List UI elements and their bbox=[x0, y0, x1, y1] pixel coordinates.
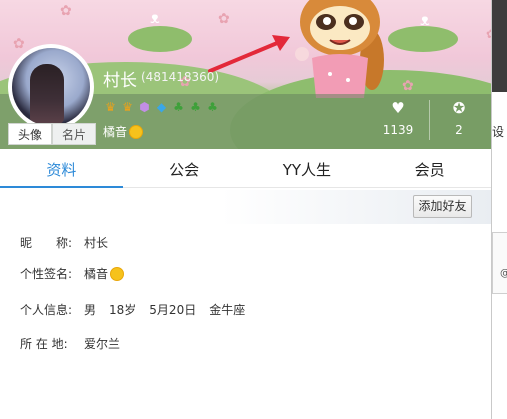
shield-icon[interactable]: ⬢ bbox=[137, 100, 152, 115]
avatar[interactable] bbox=[12, 48, 90, 126]
gem-icon[interactable]: ◆ bbox=[154, 100, 169, 115]
medals-count: 2 bbox=[455, 123, 463, 137]
age-value: 18岁 bbox=[109, 303, 137, 317]
location-value: 爱尔兰 bbox=[84, 337, 121, 351]
banner-bush bbox=[128, 26, 192, 52]
signature-text: 橘音 bbox=[103, 125, 128, 139]
leaf-icon[interactable]: ♣ bbox=[188, 100, 203, 115]
background-panel bbox=[492, 232, 507, 294]
flower-icon: ✿ bbox=[218, 11, 230, 27]
nickname-row: 昵 称: 村长 bbox=[20, 234, 108, 251]
birthday-value: 5月20日 bbox=[149, 303, 197, 317]
badge-row: ♛ ♛ ⬢ ◆ ♣ ♣ ♣ bbox=[103, 100, 220, 115]
gender-value: 男 bbox=[84, 303, 97, 317]
profile-yy-id: (481418360) bbox=[141, 70, 220, 84]
annotation-arrow bbox=[208, 35, 290, 73]
tab-yy-life[interactable]: YY人生 bbox=[246, 152, 369, 187]
flower-icon: ✿ bbox=[13, 36, 25, 52]
tab-profile[interactable]: 资料 bbox=[0, 152, 123, 188]
background-glyph: @ bbox=[500, 268, 507, 279]
raccoon-mascot bbox=[295, 0, 384, 98]
zodiac-value: 金牛座 bbox=[209, 303, 246, 317]
background-window-edge bbox=[491, 0, 507, 419]
leaf-icon[interactable]: ♣ bbox=[171, 100, 186, 115]
bunny-icon: ᴥ bbox=[420, 10, 430, 29]
personal-info-label: 个人信息: bbox=[20, 303, 73, 317]
location-label: 所 在 地: bbox=[20, 337, 68, 351]
background-setting-label: 设 bbox=[492, 125, 505, 139]
signature-label: 个性签名: bbox=[20, 267, 73, 281]
personal-info-values: 男 18岁 5月20日 金牛座 bbox=[84, 301, 245, 318]
signature-row: 个性签名: 橘音 bbox=[20, 265, 125, 282]
leaf-icon[interactable]: ♣ bbox=[205, 100, 220, 115]
sun-emoji-icon bbox=[110, 266, 125, 281]
sun-emoji-icon bbox=[129, 124, 144, 139]
crown-icon[interactable]: ♛ bbox=[103, 100, 118, 115]
avatar-tab-avatar[interactable]: 头像 bbox=[8, 123, 52, 145]
location-row: 所 在 地: 爱尔兰 bbox=[20, 335, 120, 352]
tab-guild[interactable]: 公会 bbox=[123, 152, 246, 187]
stat-divider bbox=[429, 100, 430, 140]
nickname-value: 村长 bbox=[84, 236, 109, 250]
bunny-icon: ᴥ bbox=[150, 8, 160, 27]
signature-value: 橘音 bbox=[84, 267, 109, 281]
medal-icon: ✪ bbox=[452, 99, 466, 117]
crown-icon[interactable]: ♛ bbox=[120, 100, 135, 115]
tab-membership[interactable]: 会员 bbox=[368, 152, 491, 187]
background-window-dark bbox=[492, 0, 507, 92]
profile-window: ✿ ✿ ✿ ✿ ✿ ✿ ᴥ ᴥ 头像 名片 bbox=[0, 0, 507, 419]
avatar-photo-figure bbox=[30, 64, 64, 124]
medals-stat[interactable]: ✪ 2 bbox=[439, 100, 479, 137]
avatar-tab-bar: 头像 名片 bbox=[8, 123, 96, 145]
heart-icon: ♥ bbox=[391, 99, 405, 117]
profile-nickname: 村长 bbox=[103, 71, 137, 91]
add-friend-button[interactable]: 添加好友 bbox=[413, 195, 472, 218]
nickname-label: 昵 称: bbox=[20, 236, 73, 250]
profile-tabs: 资料 公会 YY人生 会员 bbox=[0, 152, 491, 188]
flower-icon: ✿ bbox=[402, 78, 414, 94]
flower-icon: ✿ bbox=[60, 3, 72, 19]
profile-signature: 橘音 bbox=[103, 123, 144, 140]
likes-stat[interactable]: ♥ 1139 bbox=[378, 100, 418, 137]
personal-info-row: 个人信息: 男 18岁 5月20日 金牛座 bbox=[20, 301, 245, 318]
banner-bush bbox=[388, 26, 458, 52]
avatar-tab-card[interactable]: 名片 bbox=[52, 123, 96, 145]
likes-count: 1139 bbox=[382, 123, 414, 137]
